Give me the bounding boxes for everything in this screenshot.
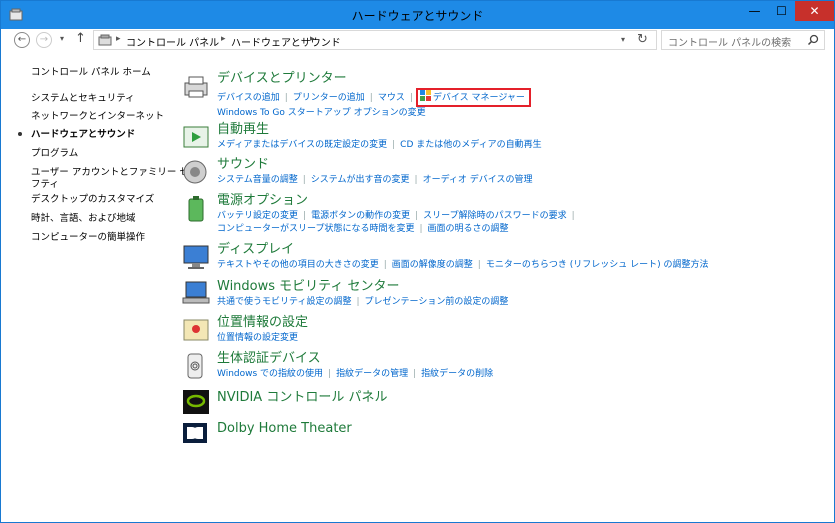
power-options-links: バッテリ設定の変更 | 電源ボタンの動作の変更 | スリープ解除時のパスワードの要求 | … xyxy=(217,211,575,234)
left-nav-programs[interactable]: プログラム xyxy=(31,148,78,160)
breadcrumb-separator[interactable]: ▸ xyxy=(221,34,226,44)
left-nav-ease-of-access[interactable]: コンピューターの簡単操作 xyxy=(31,232,145,244)
search-input[interactable]: コントロール パネルの検索 xyxy=(661,30,825,50)
use-fingerprint-link[interactable]: Windows での指紋の使用 xyxy=(217,369,323,379)
delete-fingerprint-link[interactable]: 指紋データの削除 xyxy=(421,369,493,379)
dolby-home-theater-title[interactable]: Dolby Home Theater xyxy=(217,421,352,436)
autoplay-links: メディアまたはデバイスの既定設定の変更 | CD または他のメディアの自動再生 xyxy=(217,140,542,150)
search-placeholder: コントロール パネルの検索 xyxy=(668,38,792,49)
address-bar[interactable]: ▸ コントロール パネル ▸ ハードウェアとサウンド ▸ ▾ ↻ xyxy=(93,30,657,50)
recent-locations-dropdown[interactable]: ▾ xyxy=(60,34,64,43)
power-options-title[interactable]: 電源オプション xyxy=(217,193,308,208)
devices-printers-links: デバイスの追加 | プリンターの追加 | マウス | デバイス マネージャー Windows… xyxy=(217,88,531,120)
location-icon xyxy=(183,319,209,341)
presentation-settings-link[interactable]: プレゼンテーション前の設定の調整 xyxy=(365,297,509,307)
search-icon[interactable] xyxy=(807,34,819,46)
windows-to-go-link[interactable]: Windows To Go スタートアップ オプションの変更 xyxy=(217,108,426,118)
title-bar[interactable]: ハードウェアとサウンド — ☐ ✕ xyxy=(1,1,834,29)
nvidia-control-panel-title[interactable]: NVIDIA コントロール パネル xyxy=(217,390,387,405)
close-button[interactable]: ✕ xyxy=(795,1,834,21)
display-links: テキストやその他の項目の大きさの変更 | 画面の解像度の調整 | モニターのちらつき (… xyxy=(217,260,709,270)
back-button[interactable]: ← xyxy=(14,32,30,48)
nvidia-icon xyxy=(183,390,209,414)
refresh-rate-link[interactable]: モニターのちらつき (リフレッシュ レート) の調整方法 xyxy=(486,260,709,270)
minimize-button[interactable]: — xyxy=(741,1,768,21)
breadcrumb-separator[interactable]: ▸ xyxy=(310,34,315,44)
mobility-center-title[interactable]: Windows モビリティ センター xyxy=(217,279,400,294)
dolby-icon xyxy=(183,423,207,443)
devices-printers-icon xyxy=(184,76,208,98)
speaker-icon xyxy=(183,160,207,184)
location-settings-links: 位置情報の設定変更 xyxy=(217,332,298,345)
address-dropdown[interactable]: ▾ xyxy=(621,35,625,44)
screen-resolution-link[interactable]: 画面の解像度の調整 xyxy=(392,260,473,270)
add-device-link[interactable]: デバイスの追加 xyxy=(217,93,280,103)
mobility-center-links: 共通で使うモビリティ設定の調整 | プレゼンテーション前の設定の調整 xyxy=(217,297,509,307)
screen-brightness-link[interactable]: 画面の明るさの調整 xyxy=(428,224,509,234)
breadcrumb-separator[interactable]: ▸ xyxy=(116,34,121,44)
location-settings-title[interactable]: 位置情報の設定 xyxy=(217,315,308,330)
cd-autoplay-link[interactable]: CD または他のメディアの自動再生 xyxy=(400,140,541,150)
adjust-volume-link[interactable]: システム音量の調整 xyxy=(217,175,298,185)
up-button[interactable]: ↑ xyxy=(75,31,86,46)
monitor-icon xyxy=(183,245,209,269)
refresh-button[interactable]: ↻ xyxy=(637,32,648,47)
shield-icon xyxy=(419,90,431,101)
control-panel-window: ハードウェアとサウンド — ☐ ✕ ← → ▾ ↑ ▸ コントロール パネル ▸… xyxy=(0,0,835,523)
battery-settings-link[interactable]: バッテリ設定の変更 xyxy=(217,211,298,221)
left-nav-hardware-sound: ハードウェアとサウンド xyxy=(31,129,136,140)
battery-icon xyxy=(188,196,204,222)
manage-fingerprint-link[interactable]: 指紋データの管理 xyxy=(336,369,408,379)
left-nav-user-accounts-cont[interactable]: フティ xyxy=(31,179,59,191)
sound-title[interactable]: サウンド xyxy=(217,157,269,172)
power-button-behavior-link[interactable]: 電源ボタンの動作の変更 xyxy=(311,211,410,221)
left-nav-control-panel-home[interactable]: コントロール パネル ホーム xyxy=(31,67,151,79)
left-nav-desktop-customization[interactable]: デスクトップのカスタマイズ xyxy=(31,194,154,206)
breadcrumb-control-panel[interactable]: コントロール パネル xyxy=(126,34,219,49)
left-nav-system-security[interactable]: システムとセキュリティ xyxy=(31,93,135,105)
add-printer-link[interactable]: プリンターの追加 xyxy=(293,93,365,103)
display-title[interactable]: ディスプレイ xyxy=(217,242,294,257)
control-panel-small-icon xyxy=(98,34,112,46)
current-page-bullet xyxy=(18,132,22,136)
sound-links: システム音量の調整 | システムが出す音の変更 | オーディオ デバイスの管理 xyxy=(217,175,533,185)
autoplay-icon xyxy=(183,126,209,148)
biometric-devices-links: Windows での指紋の使用 | 指紋データの管理 | 指紋データの削除 xyxy=(217,369,494,379)
mobility-center-icon xyxy=(182,281,210,304)
device-manager-link[interactable]: デバイス マネージャー xyxy=(433,93,525,103)
biometric-devices-title[interactable]: 生体認証デバイス xyxy=(217,351,321,366)
navigation-bar: ← → ▾ ↑ ▸ コントロール パネル ▸ ハードウェアとサウンド ▸ ▾ ↻… xyxy=(9,29,826,51)
left-nav-clock-language-region[interactable]: 時計、言語、および地域 xyxy=(31,213,136,225)
left-nav-user-accounts[interactable]: ユーザー アカウントとファミリー セー xyxy=(31,167,198,179)
wake-password-link[interactable]: スリープ解除時のパスワードの要求 xyxy=(423,211,566,221)
mouse-link[interactable]: マウス xyxy=(378,93,405,103)
change-system-sounds-link[interactable]: システムが出す音の変更 xyxy=(311,175,410,185)
change-location-settings-link[interactable]: 位置情報の設定変更 xyxy=(217,333,298,343)
manage-audio-devices-link[interactable]: オーディオ デバイスの管理 xyxy=(423,175,533,185)
devices-printers-title[interactable]: デバイスとプリンター xyxy=(217,71,347,86)
mobility-settings-link[interactable]: 共通で使うモビリティ設定の調整 xyxy=(217,297,351,307)
window-title: ハードウェアとサウンド xyxy=(351,9,484,23)
maximize-button[interactable]: ☐ xyxy=(768,1,795,21)
fingerprint-icon xyxy=(187,353,203,379)
change-media-defaults-link[interactable]: メディアまたはデバイスの既定設定の変更 xyxy=(217,140,387,150)
autoplay-title[interactable]: 自動再生 xyxy=(217,122,269,137)
sleep-time-link[interactable]: コンピューターがスリープ状態になる時間を変更 xyxy=(217,224,414,234)
text-size-link[interactable]: テキストやその他の項目の大きさの変更 xyxy=(217,260,379,270)
device-manager-highlight: デバイス マネージャー xyxy=(415,88,531,107)
left-nav-network-internet[interactable]: ネットワークとインターネット xyxy=(31,111,164,123)
forward-button[interactable]: → xyxy=(36,32,52,48)
breadcrumb-hardware-sound[interactable]: ハードウェアとサウンド xyxy=(231,34,341,49)
